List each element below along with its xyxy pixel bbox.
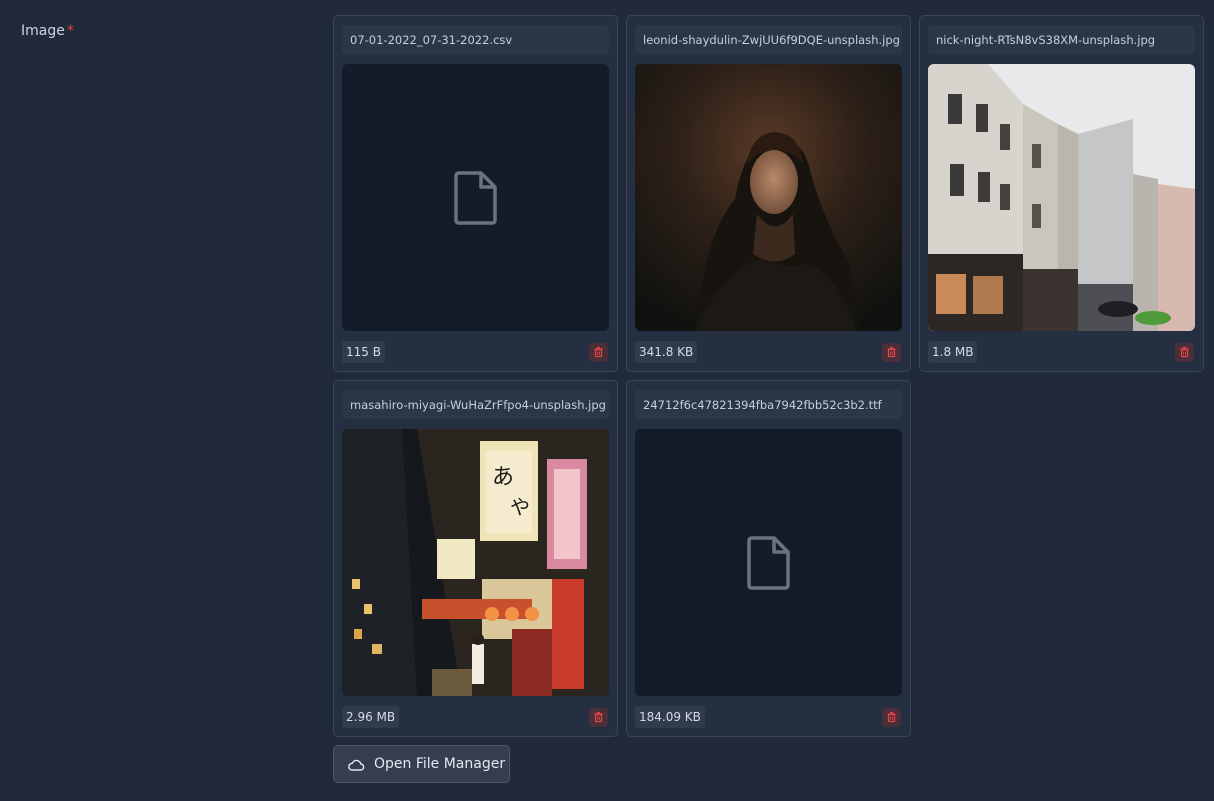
- trash-icon: [887, 711, 896, 723]
- file-name: leonid-shaydulin-ZwjUU6f9DQE-unsplash.jp…: [635, 25, 902, 54]
- delete-button[interactable]: [589, 708, 608, 727]
- file-name: 07-01-2022_07-31-2022.csv: [342, 25, 609, 54]
- document-icon: [453, 170, 499, 226]
- svg-text:あ: あ: [492, 465, 514, 490]
- portrait-photo: [635, 64, 902, 331]
- night-street-photo: あ や: [342, 429, 609, 696]
- file-preview[interactable]: [635, 429, 902, 696]
- file-preview[interactable]: あ や: [342, 429, 609, 696]
- file-name: masahiro-miyagi-WuHaZrFfpo4-unsplash.jpg: [342, 390, 609, 419]
- file-size: 115 B: [342, 341, 385, 363]
- file-card: 07-01-2022_07-31-2022.csv 115 B: [333, 15, 618, 372]
- trash-icon: [594, 711, 603, 723]
- file-size: 341.8 KB: [635, 341, 698, 363]
- street-buildings-photo: [928, 64, 1195, 331]
- open-file-manager-button[interactable]: Open File Manager: [333, 745, 510, 783]
- trash-icon: [594, 346, 603, 358]
- document-icon: [746, 535, 792, 591]
- file-preview[interactable]: [635, 64, 902, 331]
- file-card: nick-night-RTsN8vS38XM-unsplash.jpg 1.8 …: [919, 15, 1204, 372]
- file-preview[interactable]: [928, 64, 1195, 331]
- file-card: masahiro-miyagi-WuHaZrFfpo4-unsplash.jpg…: [333, 380, 618, 737]
- delete-button[interactable]: [882, 708, 901, 727]
- file-size: 184.09 KB: [635, 706, 705, 728]
- required-mark: *: [66, 23, 74, 39]
- svg-text:や: や: [510, 495, 530, 519]
- file-name: nick-night-RTsN8vS38XM-unsplash.jpg: [928, 25, 1195, 54]
- field-label: Image *: [21, 23, 74, 39]
- open-file-manager-label: Open File Manager: [374, 756, 506, 772]
- delete-button[interactable]: [589, 343, 608, 362]
- file-preview[interactable]: [342, 64, 609, 331]
- delete-button[interactable]: [1175, 343, 1194, 362]
- field-label-text: Image: [21, 23, 65, 39]
- trash-icon: [1180, 346, 1189, 358]
- delete-button[interactable]: [882, 343, 901, 362]
- file-size: 2.96 MB: [342, 706, 400, 728]
- file-size: 1.8 MB: [928, 341, 978, 363]
- cloud-icon: [347, 756, 365, 774]
- file-card: leonid-shaydulin-ZwjUU6f9DQE-unsplash.jp…: [626, 15, 911, 372]
- file-name: 24712f6c47821394fba7942fbb52c3b2.ttf: [635, 390, 902, 419]
- file-card: 24712f6c47821394fba7942fbb52c3b2.ttf 184…: [626, 380, 911, 737]
- trash-icon: [887, 346, 896, 358]
